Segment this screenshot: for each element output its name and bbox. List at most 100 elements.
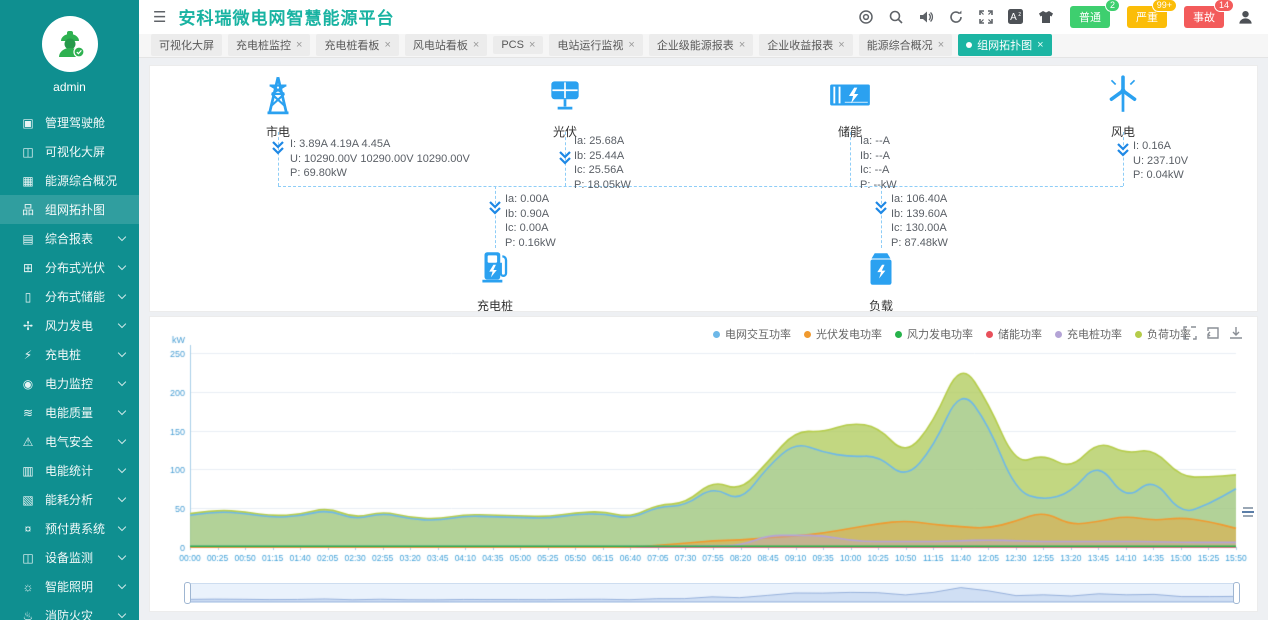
datazoom-left-handle[interactable] [184,582,191,604]
node-storage[interactable]: 储能 [805,74,895,140]
aim-icon[interactable] [857,8,874,25]
energy-analysis-icon: ▧ [20,493,36,507]
tab-label: PCS [501,39,524,51]
grid-measurements: I: 3.89A 4.19A 4.45A U: 10290.00V 10290.… [290,137,470,181]
smart-lighting-icon: ☼ [20,580,36,594]
sidebar-item[interactable]: ⚡ 充电桩 [0,340,139,369]
distributed-storage-icon: ▯ [20,290,36,304]
tab-label: 充电桩看板 [324,37,379,53]
sidebar-item[interactable]: ◫ 设备监测 [0,543,139,572]
tab-label: 电站运行监视 [557,37,623,53]
chevron-down-icon [118,494,126,502]
power-monitoring-icon: ◉ [20,377,36,391]
node-grid[interactable]: 市电 [233,74,323,140]
tab-风电站看板[interactable]: 风电站看板 × [405,34,487,56]
tab-label: 企业级能源报表 [657,37,734,53]
chevron-down-icon [118,581,126,589]
chevron-down-icon [118,349,126,357]
chevron-down-icon [118,378,126,386]
tab-close-icon[interactable]: × [938,40,944,51]
bus-line [278,186,1123,187]
power-curve-chart[interactable] [156,331,1248,575]
sidebar-item-label: 能耗分析 [45,491,119,508]
sidebar-item[interactable]: ¤ 预付费系统 [0,514,139,543]
tab-close-icon[interactable]: × [1037,40,1043,51]
tab-企业收益报表[interactable]: 企业收益报表× [759,34,852,56]
node-label: 负载 [836,297,926,314]
tab-close-icon[interactable]: × [838,40,844,51]
tab-电站运行监视[interactable]: 电站运行监视 × [549,34,642,56]
tab-label: 风电站看板 [413,37,468,53]
sidebar-item[interactable]: ☼ 智能照明 [0,572,139,601]
sidebar-item[interactable]: ▣ 管理驾驶舱 [0,108,139,137]
alarm-label: 严重 [1136,12,1158,24]
sidebar-item-label: 能源综合概况 [45,172,125,189]
tab-close-icon[interactable]: × [529,40,535,51]
big-screen-icon: ◫ [20,145,36,159]
sidebar-item-label: 消防火灾 [45,607,119,620]
user-icon[interactable] [1237,8,1254,25]
sidebar-item[interactable]: ⚠ 电气安全 [0,427,139,456]
alarm-button-严重[interactable]: 严重99+ [1127,6,1167,28]
sidebar-item[interactable]: ▧ 能耗分析 [0,485,139,514]
tab-PCS[interactable]: PCS × [493,36,543,54]
tab-label: 可视化大屏 [159,37,214,53]
topbar: ☰ 安科瑞微电网智慧能源平台 Az [139,0,1268,34]
node-load[interactable]: 负载 [836,248,926,314]
chevron-down-icon [118,610,126,618]
alarm-button-事故[interactable]: 事故14 [1184,6,1224,28]
sidebar-item[interactable]: ♨ 消防火灾 [0,601,139,620]
datazoom-right-handle[interactable] [1233,582,1240,604]
volume-icon[interactable] [917,8,934,25]
node-wind[interactable]: 风电 [1078,74,1168,140]
tab-组网拓扑图[interactable]: 组网拓扑图× [958,34,1051,56]
tab-可视化大屏[interactable]: 可视化大屏 [151,34,222,56]
menu-collapse-icon[interactable]: ☰ [153,8,166,26]
storage-measurements: Ia: --A Ib: --A Ic: --A P: --kW [860,134,897,192]
sidebar-item[interactable]: 品 组网拓扑图 [0,195,139,224]
tab-close-icon[interactable]: × [384,40,390,51]
flow-arrow-wind [1116,142,1130,158]
topology-icon: 品 [20,201,36,218]
sidebar-item[interactable]: ◫ 可视化大屏 [0,137,139,166]
distributed-pv-icon: ⊞ [20,261,36,275]
sidebar-item[interactable]: ▥ 电能统计 [0,456,139,485]
power-statistics-icon: ▥ [20,464,36,478]
tab-close-icon[interactable]: × [473,40,479,51]
sidebar-item-label: 可视化大屏 [45,143,125,160]
tab-close-icon[interactable]: × [739,40,745,51]
search-icon[interactable] [887,8,904,25]
node-charger[interactable]: 充电桩 [450,248,540,314]
sidebar-item[interactable]: ≋ 电能质量 [0,398,139,427]
datazoom-slider[interactable] [186,583,1238,603]
sidebar-item[interactable]: ▤ 综合报表 [0,224,139,253]
tab-close-icon[interactable]: × [628,40,634,51]
tab-充电桩监控[interactable]: 充电桩监控× [228,34,310,56]
flow-arrow-grid [271,140,285,156]
refresh-icon[interactable] [947,8,964,25]
avatar[interactable] [42,16,98,72]
sidebar-item[interactable]: ✢ 风力发电 [0,311,139,340]
sidebar-item[interactable]: ▦ 能源综合概况 [0,166,139,195]
chart-settings-handle[interactable] [1240,503,1256,521]
cockpit-icon: ▣ [20,116,36,130]
theme-icon[interactable] [1037,8,1054,25]
alarm-button-普通[interactable]: 普通2 [1070,6,1110,28]
sidebar-item[interactable]: ▯ 分布式储能 [0,282,139,311]
wind-power-icon: ✢ [20,319,36,333]
charging-pile-icon [474,248,516,290]
sidebar-item[interactable]: ◉ 电力监控 [0,369,139,398]
node-label: 充电桩 [450,297,540,314]
tab-充电桩看板[interactable]: 充电桩看板 × [316,34,398,56]
tab-企业级能源报表[interactable]: 企业级能源报表 × [649,34,753,56]
font-size-icon[interactable]: Az [1007,8,1024,25]
sidebar-item[interactable]: ⊞ 分布式光伏 [0,253,139,282]
node-pv[interactable]: 光伏 [520,74,610,140]
fullscreen-icon[interactable] [977,8,994,25]
sidebar-item-label: 电气安全 [45,433,119,450]
grid-power-icon [257,74,299,116]
tab-能源综合概况[interactable]: 能源综合概况× [859,34,952,56]
app-root: admin ▣ 管理驾驶舱 ◫ 可视化大屏 ▦ 能源综合概况 品 组网拓扑图 ▤… [0,0,1268,620]
sidebar-item-label: 电力监控 [45,375,119,392]
tab-close-icon[interactable]: × [296,40,302,51]
